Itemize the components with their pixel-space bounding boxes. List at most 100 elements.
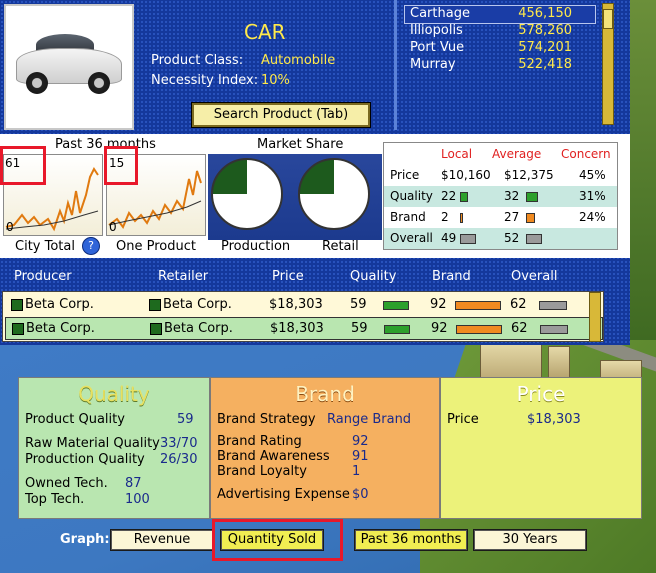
- overall-value: 62: [511, 321, 528, 336]
- producer-list-header: Producer Retailer Price Quality Brand Ov…: [0, 266, 630, 288]
- one-product-label: One Product: [116, 239, 196, 254]
- product-image: [4, 4, 134, 130]
- local-bar: [460, 234, 476, 244]
- highlight-box: [212, 519, 343, 561]
- local-value: 49: [441, 231, 457, 245]
- production-share-pie: [211, 158, 283, 230]
- product-name: CAR: [244, 20, 286, 44]
- retailer-name: Beta Corp.: [163, 297, 232, 312]
- price-value: $18,303: [269, 297, 323, 312]
- row-label: Quality: [390, 189, 433, 203]
- revenue-button[interactable]: Revenue: [111, 530, 213, 550]
- 30-years-button[interactable]: 30 Years: [474, 530, 586, 550]
- brand-rating-value: 92: [352, 434, 369, 449]
- one-product-min: 0: [109, 220, 117, 234]
- graph-label: Graph:: [60, 532, 110, 547]
- brand-strategy-label: Brand Strategy: [217, 412, 316, 427]
- company-color-icon: [149, 299, 161, 311]
- producer-name: Beta Corp.: [25, 297, 94, 312]
- retailer-name: Beta Corp.: [164, 321, 233, 336]
- average-value: 32: [504, 189, 520, 203]
- city-total-min: 0: [6, 220, 14, 234]
- local-value: 22: [441, 189, 457, 203]
- top-tech-value: 100: [125, 492, 150, 507]
- average-value: 27: [504, 210, 520, 224]
- row-label: Overall: [390, 231, 433, 245]
- brand-title: Brand: [295, 382, 355, 406]
- brand-panel: Brand Brand Strategy Range Brand Brand R…: [210, 377, 440, 519]
- retail-label: Retail: [322, 239, 359, 254]
- price-value: $18,303: [270, 321, 324, 336]
- raw-material-label: Raw Material Quality: [25, 436, 160, 451]
- map-edge: [630, 0, 656, 340]
- product-class-label: Product Class:: [151, 53, 244, 68]
- scroll-thumb[interactable]: [603, 9, 613, 29]
- city-name[interactable]: Port Vue: [410, 40, 464, 55]
- quality-bar: [384, 325, 410, 334]
- header-concern: Concern: [561, 147, 611, 161]
- quality-panel: Quality Product Quality 59 Raw Material …: [18, 377, 210, 519]
- producer-row[interactable]: Beta Corp. Beta Corp. $18,303 59 92 62: [5, 294, 601, 315]
- producer-list-scrollbar[interactable]: [589, 292, 601, 342]
- necessity-index-value: 10%: [261, 73, 290, 88]
- product-class-value: Automobile: [261, 53, 336, 68]
- header-producer: Producer: [14, 269, 72, 284]
- comparison-row-quality: Quality 22 32 31%: [384, 186, 617, 207]
- brand-loyalty-label: Brand Loyalty: [217, 464, 307, 479]
- advertising-expense-label: Advertising Expense: [217, 487, 350, 502]
- local-bar: [460, 213, 463, 223]
- brand-bar: [455, 301, 501, 310]
- quality-bar: [383, 301, 409, 310]
- brand-strategy-value[interactable]: Range Brand: [327, 412, 411, 427]
- search-product-button[interactable]: Search Product (Tab): [192, 103, 370, 127]
- brand-bar: [456, 325, 502, 334]
- quality-title: Quality: [78, 382, 150, 406]
- city-name[interactable]: Illiopolis: [410, 23, 463, 38]
- comparison-row-overall: Overall 49 52: [384, 228, 617, 249]
- brand-awareness-label: Brand Awareness: [217, 449, 330, 464]
- header-quality: Quality: [350, 269, 397, 284]
- production-quality-value: 26/30: [160, 452, 198, 467]
- row-label: Brand: [390, 210, 426, 224]
- comparison-table: Local Average Concern Price $10,160 $12,…: [383, 142, 618, 250]
- comparison-row-price: Price $10,160 $12,375 45%: [384, 165, 617, 186]
- header-overall: Overall: [511, 269, 558, 284]
- city-value: 574,201: [518, 40, 572, 55]
- overall-bar: [539, 301, 567, 310]
- local-value: 2: [441, 210, 449, 224]
- concern-value: 45%: [579, 168, 606, 182]
- owned-tech-label: Owned Tech.: [25, 476, 108, 491]
- producer-row-selected[interactable]: Beta Corp. Beta Corp. $18,303 59 92 62: [5, 317, 603, 340]
- product-quality-value: 59: [177, 412, 194, 427]
- brand-loyalty-value: 1: [352, 464, 361, 479]
- production-label: Production: [221, 239, 291, 254]
- map-building: [548, 346, 570, 378]
- average-bar: [526, 234, 542, 244]
- company-color-icon: [12, 323, 24, 335]
- local-value: $10,160: [441, 168, 491, 182]
- quality-value: 59: [350, 297, 367, 312]
- help-icon[interactable]: ?: [82, 237, 100, 255]
- city-name[interactable]: Murray: [410, 57, 456, 72]
- price-label: Price: [447, 412, 479, 427]
- price-value[interactable]: $18,303: [527, 412, 581, 427]
- producer-name: Beta Corp.: [26, 321, 95, 336]
- highlight-box: [104, 146, 138, 185]
- city-name[interactable]: Carthage: [410, 6, 470, 21]
- local-bar: [460, 192, 468, 202]
- producer-list: Beta Corp. Beta Corp. $18,303 59 92 62 B…: [2, 291, 604, 342]
- header-retailer: Retailer: [158, 269, 209, 284]
- header-average: Average: [492, 147, 542, 161]
- price-panel: Price Price $18,303: [440, 377, 642, 519]
- brand-value: 92: [431, 321, 448, 336]
- average-bar: [526, 192, 538, 202]
- brand-rating-label: Brand Rating: [217, 434, 302, 449]
- past-36-months-button[interactable]: Past 36 months: [355, 530, 467, 550]
- comparison-row-brand: Brand 2 27 24%: [384, 207, 617, 228]
- concern-value: 31%: [579, 189, 606, 203]
- header-price: Price: [272, 269, 304, 284]
- divider: [394, 0, 397, 130]
- city-value: 522,418: [518, 57, 572, 72]
- average-value: 52: [504, 231, 520, 245]
- concern-value: 24%: [579, 210, 606, 224]
